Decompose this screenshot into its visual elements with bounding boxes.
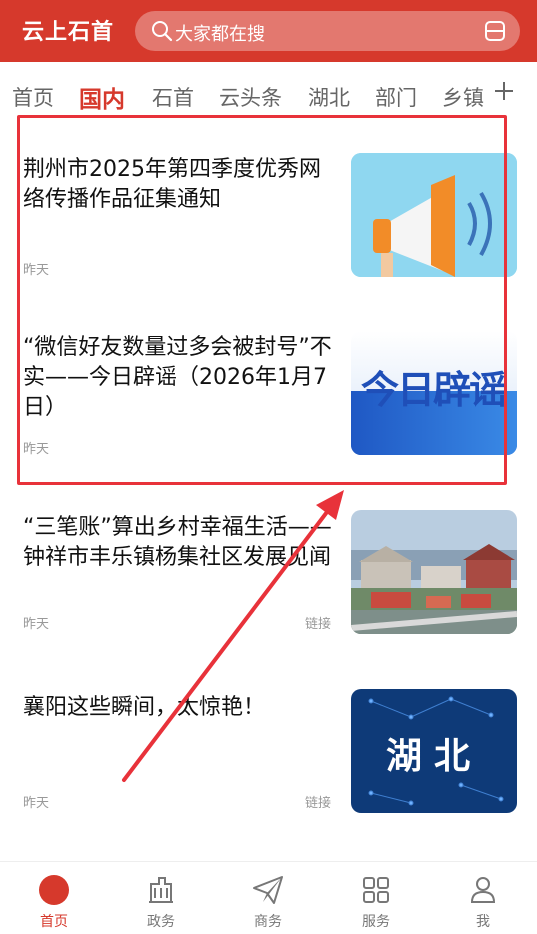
article-thumbnail: 湖北: [351, 689, 517, 813]
bottom-nav: 首页 政务 商务 服务 我: [0, 861, 537, 934]
nav-label: 政务: [147, 914, 175, 930]
building-icon: [149, 877, 173, 903]
nav-label: 服务: [362, 914, 390, 930]
list-item[interactable]: 襄阳这些瞬间，太惊艳！ 昨天 链接 湖北: [0, 665, 537, 835]
tab-towns[interactable]: 乡镇: [442, 82, 484, 112]
app-title: 云上石首: [22, 20, 115, 45]
search-bar[interactable]: 大家都在搜: [135, 11, 520, 51]
nav-services[interactable]: 服务: [322, 862, 430, 934]
tab-cloud-headlines[interactable]: 云头条: [219, 82, 282, 112]
article-thumbnail: [351, 510, 517, 634]
article-title: “三笔账”算出乡村幸福生活——钟祥市丰乐镇杨集社区发展见闻: [23, 515, 332, 570]
annotation-highlight-box: [17, 115, 507, 485]
village-photo: [351, 510, 517, 634]
nav-me[interactable]: 我: [429, 862, 537, 934]
article-link-tag: 链接: [305, 796, 332, 811]
search-icon: [152, 21, 173, 42]
nav-business[interactable]: 商务: [214, 862, 322, 934]
grid-icon: [363, 877, 389, 903]
user-icon: [470, 877, 496, 903]
home-dot-icon: [39, 875, 69, 905]
article-link-tag: 链接: [305, 617, 332, 632]
channel-tabs: 首页 国内 石首 云头条 湖北 部门 乡镇: [0, 62, 537, 118]
tab-hubei[interactable]: 湖北: [308, 82, 350, 112]
list-item[interactable]: “三笔账”算出乡村幸福生活——钟祥市丰乐镇杨集社区发展见闻 昨天 链接: [0, 485, 537, 655]
nav-home[interactable]: 首页: [0, 862, 108, 934]
nav-label: 商务: [254, 914, 282, 930]
paper-plane-icon: [253, 876, 283, 904]
nav-government[interactable]: 政务: [107, 862, 215, 934]
tab-home[interactable]: 首页: [12, 82, 54, 112]
tab-shishou[interactable]: 石首: [152, 82, 194, 112]
tab-domestic[interactable]: 国内: [79, 80, 125, 114]
article-title: 襄阳这些瞬间，太惊艳！: [23, 695, 266, 720]
nav-label: 首页: [40, 914, 68, 930]
thumb-caption: 湖北: [385, 735, 482, 777]
search-placeholder: 大家都在搜: [175, 24, 265, 45]
app-header: 云上石首 大家都在搜: [0, 0, 537, 62]
add-channel-icon[interactable]: [491, 78, 517, 104]
scan-icon[interactable]: [484, 20, 506, 42]
article-time: 昨天: [23, 796, 50, 811]
article-time: 昨天: [23, 617, 50, 632]
nav-label: 我: [476, 914, 490, 930]
tab-departments[interactable]: 部门: [375, 82, 417, 112]
